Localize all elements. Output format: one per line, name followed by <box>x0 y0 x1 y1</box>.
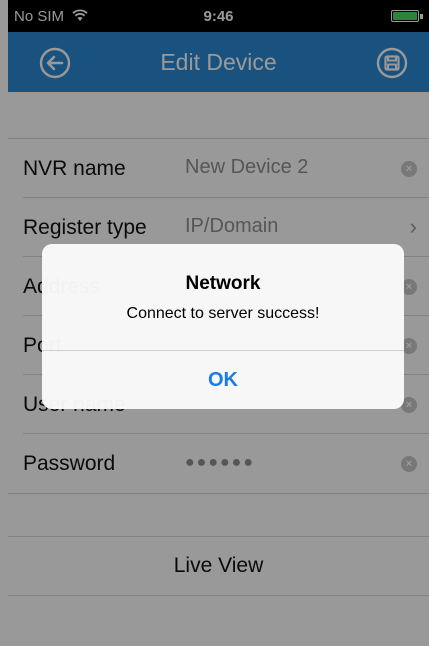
alert-message: Connect to server success! <box>126 305 320 322</box>
alert-title: Network <box>185 273 261 294</box>
network-alert-dialog: Network Connect to server success! OK <box>42 244 404 409</box>
ok-button[interactable]: OK <box>42 351 404 409</box>
